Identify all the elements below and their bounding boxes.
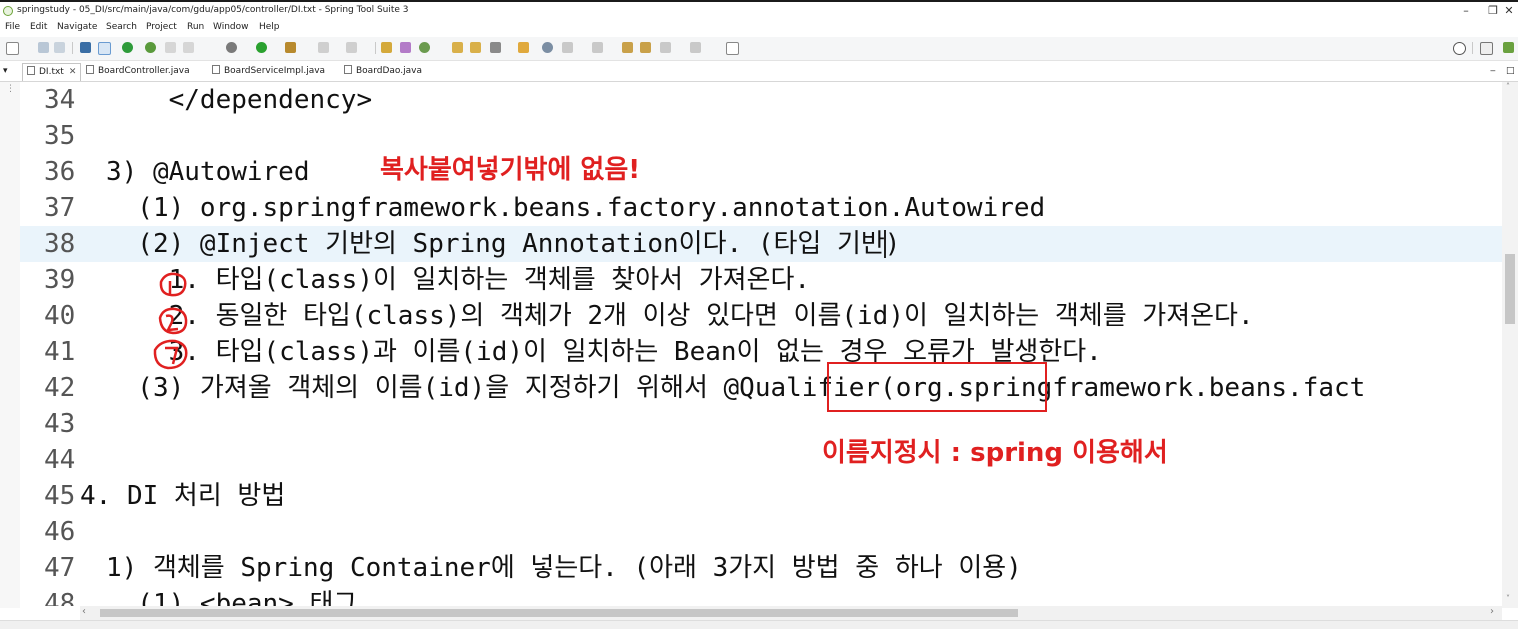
open-resource-icon[interactable] [470,42,481,53]
open-type-icon[interactable] [452,42,463,53]
maximize-editor-icon[interactable]: □ [1506,63,1515,80]
window-title: springstudy - 05_DI/src/main/java/com/gd… [17,5,409,15]
menu-navigate[interactable]: Navigate [57,22,97,32]
tab-label: BoardController.java [98,66,190,76]
back-icon[interactable] [640,42,651,53]
last-edit-icon[interactable] [622,42,633,53]
vertical-scroll-thumb[interactable] [1505,254,1515,324]
debug-icon[interactable] [226,42,237,53]
new-class-icon[interactable] [381,42,392,53]
menu-search[interactable]: Search [106,22,137,32]
close-tab-icon[interactable]: ✕ [69,67,77,77]
open-perspective-icon[interactable] [1480,42,1493,55]
outline-icon[interactable] [165,42,176,53]
minimize-editor-icon[interactable]: ‒ [1490,63,1496,80]
view-menu-icon[interactable]: ▾ [3,63,15,80]
spring-tool-suite-icon [3,6,13,16]
run-icon[interactable] [256,42,267,53]
deploy-icon[interactable] [346,42,357,53]
tab-label: DI.txt [39,67,64,77]
external-tools-icon[interactable] [285,42,296,53]
toggle-breadcrumb-icon[interactable] [98,42,111,55]
java-file-icon [344,65,352,74]
search-tool-icon[interactable] [490,42,501,53]
minimize-button[interactable]: – [1457,4,1475,17]
tab-board-dao[interactable]: BoardDao.java [344,63,422,80]
editor-tab-bar: ▾ DI.txt ✕ BoardController.java BoardServ… [0,61,1518,82]
search-icon[interactable] [1453,42,1466,55]
menu-project[interactable]: Project [146,22,177,32]
hand-circle-three [153,339,188,370]
menu-bar: File Edit Navigate Search Project Run Wi… [0,20,1518,37]
tab-board-service-impl[interactable]: BoardServiceImpl.java [212,63,325,80]
new-icon[interactable] [6,42,19,55]
refresh-icon[interactable] [145,42,156,53]
vertical-scrollbar[interactable]: ˄ ˅ [1502,82,1518,608]
annotation-icon[interactable] [542,42,553,53]
java-file-icon [86,65,94,74]
scroll-right-icon[interactable]: › [1490,606,1494,617]
main-toolbar [0,37,1518,61]
menu-edit[interactable]: Edit [30,22,47,32]
forward-icon[interactable] [660,42,671,53]
new-package-icon[interactable] [400,42,411,53]
scroll-up-icon[interactable]: ˄ [1506,82,1510,91]
tab-di-txt[interactable]: DI.txt ✕ [22,63,82,81]
text-editor[interactable]: 34 </dependency> 35 36 3) @Autowired 37 (… [20,82,1502,606]
hand-circle-one [159,272,187,297]
java-file-icon [212,65,220,74]
new-project-icon[interactable] [419,42,430,53]
tab-board-controller[interactable]: BoardController.java [86,63,190,80]
hand-circle-two [158,307,188,335]
scroll-left-icon[interactable]: ‹ [82,606,86,617]
list-icon[interactable] [183,42,194,53]
tab-label: BoardDao.java [356,66,422,76]
java-perspective-icon[interactable] [1503,42,1514,53]
horizontal-scroll-thumb[interactable] [100,609,1018,617]
terminal-icon[interactable] [80,42,91,53]
external-editor-icon[interactable] [726,42,739,55]
text-file-icon [27,66,35,75]
editor-gutter: ⋮ [0,82,20,608]
scroll-down-icon[interactable]: ˅ [1506,594,1510,603]
title-bar: springstudy - 05_DI/src/main/java/com/gd… [0,2,1518,20]
menu-help[interactable]: Help [259,22,280,32]
open-task-icon[interactable] [518,42,529,53]
spring-boot-dashboard-icon[interactable] [122,42,133,53]
save-all-icon[interactable] [54,42,65,53]
pin-editor-icon[interactable] [690,42,701,53]
next-annotation-icon[interactable] [562,42,573,53]
annotation-overlay [153,272,1047,412]
overview-ruler-icon: ⋮ [6,84,15,94]
menu-file[interactable]: File [5,22,20,32]
close-window-button[interactable]: ✕ [1500,4,1518,17]
tab-label: BoardServiceImpl.java [224,66,326,76]
save-icon[interactable] [38,42,49,53]
menu-run[interactable]: Run [187,22,204,32]
menu-window[interactable]: Window [213,22,249,32]
previous-annotation-icon[interactable] [592,42,603,53]
server-icon[interactable] [318,42,329,53]
qualifier-highlight-box [827,362,1047,412]
horizontal-scrollbar[interactable]: ‹ › [80,606,1502,620]
